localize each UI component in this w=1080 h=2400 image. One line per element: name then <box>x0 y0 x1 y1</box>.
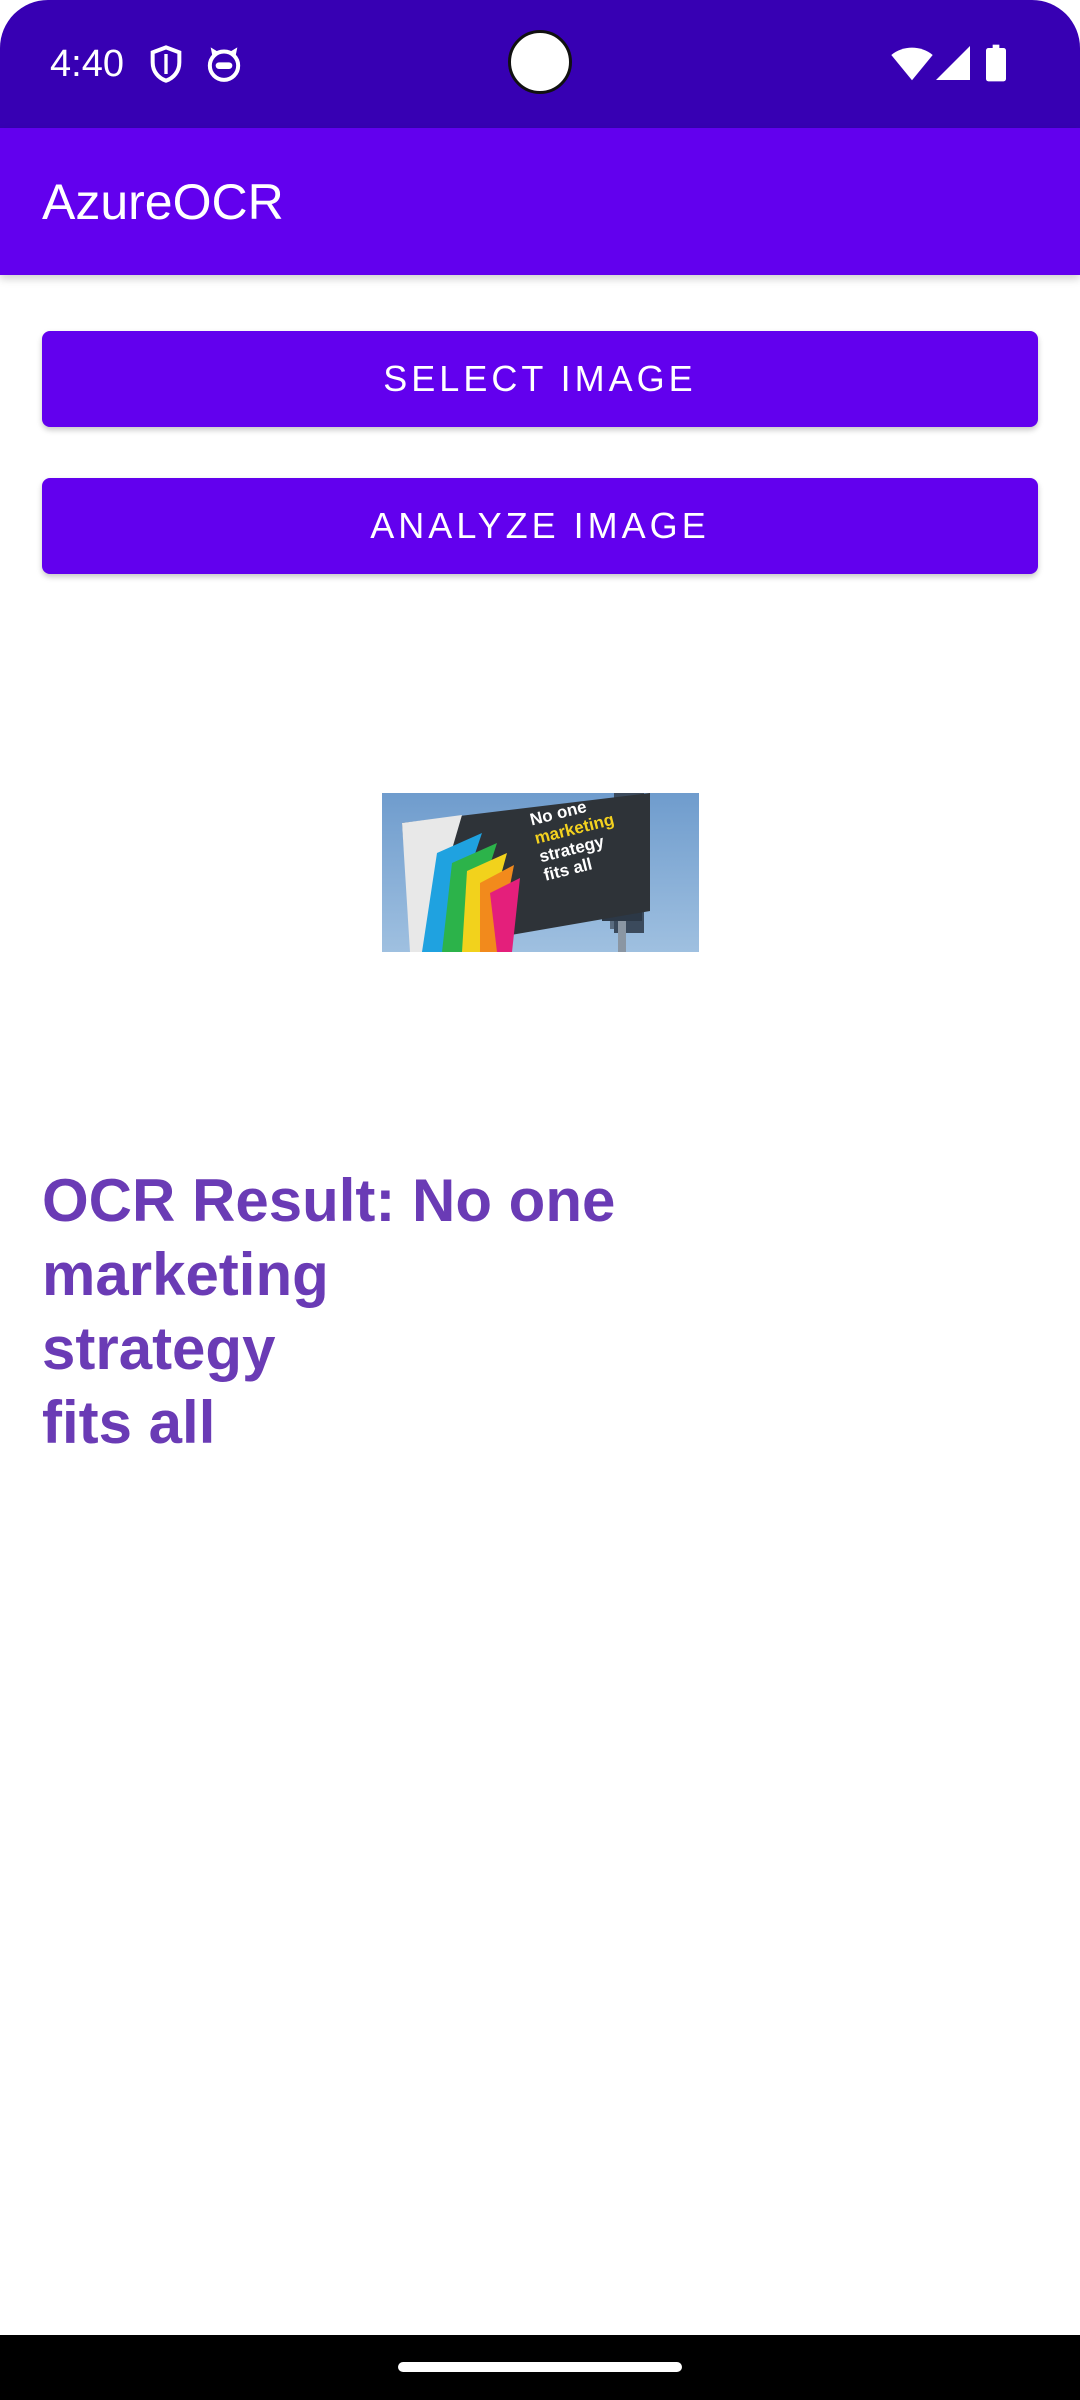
selected-image-preview: No one marketing strategy fits all <box>382 793 699 952</box>
app-title: AzureOCR <box>42 174 284 230</box>
analyze-image-button[interactable]: ANALYZE IMAGE <box>42 478 1038 574</box>
app-screen: 4:40 AzureOCR SELECT IMAGE ANALYZE IMAGE <box>0 0 1080 2400</box>
cat-face-icon <box>207 47 241 82</box>
app-bar: AzureOCR <box>0 128 1080 275</box>
ocr-result-text: OCR Result: No one marketing strategy fi… <box>42 1167 616 1456</box>
cell-signal-icon <box>936 46 970 80</box>
home-gesture-handle[interactable] <box>398 2362 682 2372</box>
navigation-bar <box>0 2335 1080 2400</box>
battery-icon <box>986 44 1006 82</box>
shield-icon <box>150 45 182 83</box>
camera-cutout <box>508 30 572 94</box>
select-image-button[interactable]: SELECT IMAGE <box>42 331 1038 427</box>
wifi-icon <box>891 47 933 81</box>
status-time: 4:40 <box>50 43 124 85</box>
status-bar: 4:40 <box>0 0 1080 128</box>
